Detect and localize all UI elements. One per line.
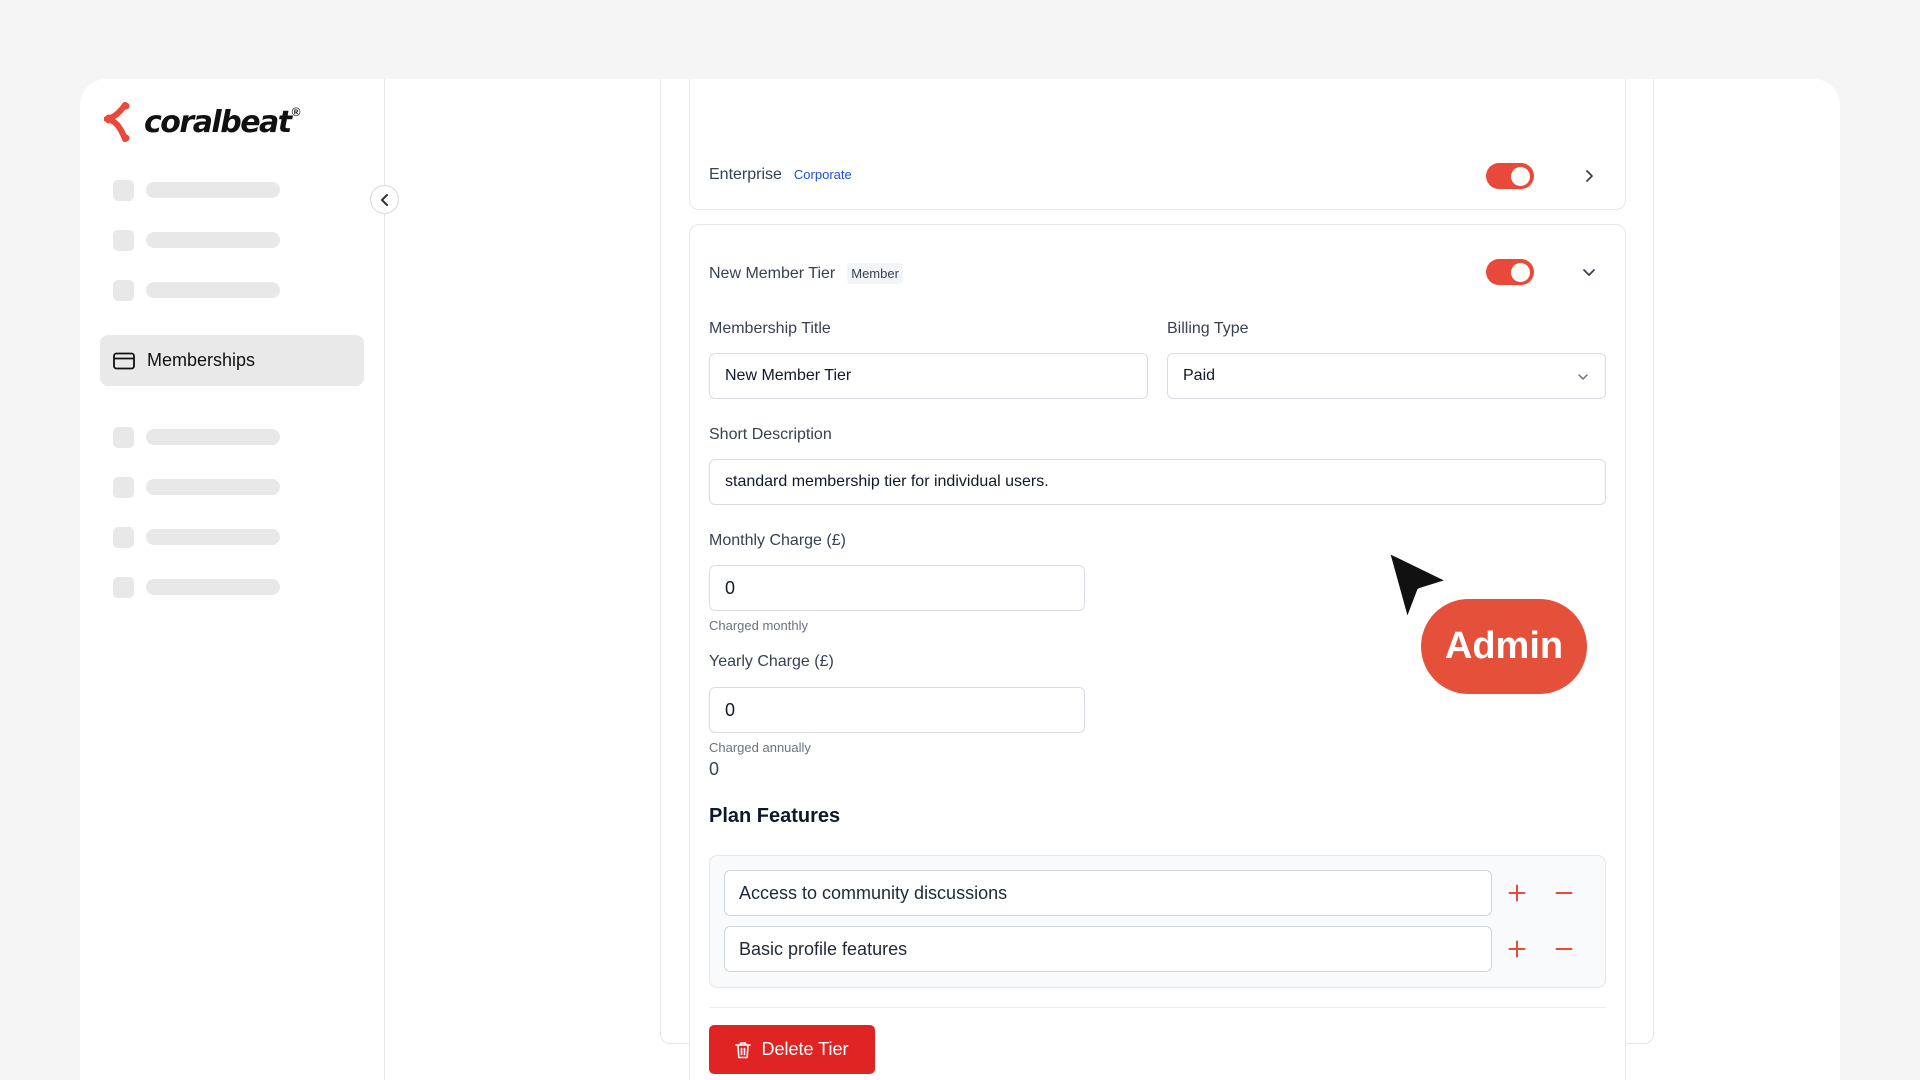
toggle-knob — [1511, 167, 1530, 186]
plan-features-title: Plan Features — [709, 805, 841, 827]
sidebar-item-placeholder[interactable] — [100, 165, 364, 215]
toggle-knob — [1511, 263, 1530, 282]
billing-type-value: Paid — [1183, 367, 1216, 384]
sidebar-item-memberships[interactable]: Memberships — [100, 335, 364, 386]
remove-feature-button[interactable] — [1553, 882, 1575, 904]
sidebar-collapse-button[interactable] — [370, 185, 399, 214]
yearly-charge-input[interactable]: 0 — [709, 687, 1085, 733]
chevron-down-icon — [1578, 374, 1588, 380]
minus-icon — [1555, 892, 1573, 894]
plus-icon — [1508, 940, 1526, 958]
coralbeat-logo-icon — [104, 102, 130, 142]
feature-input[interactable]: Access to community discussions — [724, 870, 1492, 916]
sidebar-item-placeholder[interactable] — [100, 412, 364, 462]
skeleton-icon — [113, 179, 134, 201]
skeleton-label — [146, 479, 280, 495]
short-description-input[interactable]: standard membership tier for individual … — [709, 459, 1606, 505]
skeleton-icon — [113, 279, 134, 301]
add-feature-button[interactable] — [1506, 938, 1528, 960]
skeleton-icon — [113, 576, 134, 598]
skeleton-label — [146, 182, 280, 198]
section-divider — [709, 1007, 1606, 1008]
monthly-charge-input[interactable]: 0 — [709, 565, 1085, 611]
skeleton-label — [146, 579, 280, 595]
tier-name: New Member Tier — [709, 264, 836, 282]
chevron-right-icon[interactable] — [1581, 168, 1597, 184]
tier-header[interactable]: New Member Tier Member — [709, 263, 903, 284]
remove-feature-button[interactable] — [1553, 938, 1575, 960]
minus-icon — [1555, 948, 1573, 950]
tier-type-badge: Member — [847, 263, 903, 284]
tier-header: Enterprise Corporate — [709, 164, 852, 185]
main-content: Enterprise Corporate New Member Tier Mem… — [386, 79, 1840, 1080]
app-window: coralbeat ® Memberships Enterprise Corpo… — [80, 79, 1840, 1080]
skeleton-icon — [113, 426, 134, 448]
skeleton-icon — [113, 476, 134, 498]
billing-type-select[interactable]: Paid — [1167, 353, 1606, 399]
chevron-left-icon — [380, 193, 388, 206]
brand-registered-mark: ® — [291, 105, 301, 119]
sidebar-item-placeholder[interactable] — [100, 265, 364, 315]
admin-role-badge: Admin — [1421, 599, 1587, 694]
membership-title-label: Membership Title — [709, 320, 831, 337]
monthly-charge-hint: Charged monthly — [709, 618, 808, 633]
skeleton-icon — [113, 526, 134, 548]
plus-icon — [1508, 884, 1526, 902]
tier-enabled-toggle[interactable] — [1486, 259, 1534, 285]
brand-logo[interactable]: coralbeat ® — [104, 102, 300, 142]
sidebar-item-placeholder[interactable] — [100, 512, 364, 562]
chevron-down-icon[interactable] — [1581, 264, 1597, 280]
delete-tier-label: Delete Tier — [761, 1039, 849, 1059]
skeleton-label — [146, 429, 280, 445]
sidebar-item-placeholder[interactable] — [100, 215, 364, 265]
billing-type-label: Billing Type — [1167, 320, 1249, 337]
trash-icon — [735, 1041, 752, 1058]
tier-name: Enterprise — [709, 165, 782, 183]
sidebar: coralbeat ® Memberships — [80, 79, 385, 1080]
tier-card-enterprise[interactable]: Enterprise Corporate — [689, 79, 1626, 210]
tiers-panel: Enterprise Corporate New Member Tier Mem… — [660, 79, 1654, 1080]
skeleton-label — [146, 232, 280, 248]
sidebar-item-placeholder[interactable] — [100, 462, 364, 512]
yearly-charge-label: Yearly Charge (£) — [709, 653, 834, 670]
credit-card-icon — [113, 350, 135, 372]
yearly-charge-display: 0 — [709, 759, 720, 779]
tier-enabled-toggle[interactable] — [1486, 163, 1534, 189]
skeleton-label — [146, 529, 280, 545]
feature-input[interactable]: Basic profile features — [724, 926, 1492, 972]
plan-features-list: Access to community discussions Basic pr… — [709, 855, 1606, 988]
sidebar-item-label: Memberships — [147, 350, 256, 370]
skeleton-icon — [113, 229, 134, 251]
add-feature-button[interactable] — [1506, 882, 1528, 904]
skeleton-label — [146, 282, 280, 298]
brand-name: coralbeat — [144, 104, 292, 140]
tier-type-badge: Corporate — [793, 167, 852, 182]
monthly-charge-label: Monthly Charge (£) — [709, 532, 846, 549]
delete-tier-button[interactable]: Delete Tier — [709, 1025, 875, 1074]
sidebar-item-placeholder[interactable] — [100, 562, 364, 612]
yearly-charge-hint: Charged annually — [709, 740, 811, 755]
membership-title-input[interactable]: New Member Tier — [709, 353, 1148, 399]
short-description-label: Short Description — [709, 426, 832, 443]
